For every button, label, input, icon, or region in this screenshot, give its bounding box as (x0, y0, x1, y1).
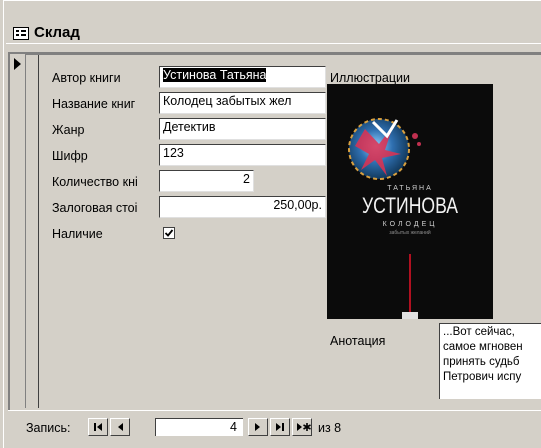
form-icon (13, 27, 29, 40)
annotation-line: принять судьб (443, 356, 520, 368)
previous-record-button[interactable] (110, 418, 130, 436)
new-record-button[interactable] (292, 418, 312, 436)
genre-value: Детектив (163, 120, 216, 134)
cover-title: КОЛОДЕЦ (382, 221, 438, 228)
annotation-line: ...Вот сейчас, (443, 326, 515, 338)
deposit-value: 250,00р. (273, 198, 322, 212)
availability-label: Наличие (52, 227, 103, 241)
next-record-icon (255, 423, 260, 431)
code-field[interactable]: 123 (159, 144, 326, 166)
deposit-label: Залоговая стоі (52, 201, 138, 215)
record-label: Запись: (26, 421, 71, 435)
genre-label: Жанр (52, 123, 85, 137)
window-title: Склад (34, 24, 80, 41)
title-value: Колодец забытых жел (163, 94, 292, 108)
first-record-icon (94, 423, 102, 431)
checkmark-icon (164, 229, 174, 237)
author-value: Устинова Татьяна (163, 68, 267, 82)
previous-record-icon (118, 423, 123, 431)
code-label: Шифр (52, 149, 88, 163)
deposit-field[interactable]: 250,00р. (159, 196, 326, 218)
quantity-value: 2 (243, 172, 250, 186)
title-field[interactable]: Колодец забытых жел (159, 92, 326, 114)
cover-author: УСТИНОВА (361, 193, 458, 218)
first-record-button[interactable] (88, 418, 108, 436)
form-divider (26, 54, 541, 55)
next-record-button[interactable] (248, 418, 268, 436)
code-value: 123 (163, 146, 184, 160)
new-record-icon (297, 423, 311, 431)
annotation-label: Анотация (330, 334, 386, 348)
last-record-icon (276, 423, 284, 431)
quantity-label: Количество кні (52, 175, 138, 189)
form-section-line (38, 55, 39, 408)
author-field[interactable]: Устинова Татьяна (159, 66, 326, 88)
cover-subtitle: забытых желаний (389, 230, 431, 236)
annotation-line: самое мгновен (443, 341, 523, 353)
cover-author-small: ТАТЬЯНА (387, 185, 433, 192)
availability-checkbox[interactable] (163, 227, 175, 239)
current-record-arrow-icon (14, 58, 21, 70)
record-total: из 8 (318, 421, 342, 435)
quantity-field[interactable]: 2 (159, 170, 254, 192)
title-bar (6, 20, 541, 44)
annotation-field[interactable]: ...Вот сейчас, самое мгновен принять суд… (439, 323, 541, 399)
author-label: Автор книги (52, 71, 121, 85)
last-record-button[interactable] (270, 418, 290, 436)
current-record-field[interactable]: 4 (155, 418, 243, 436)
genre-field[interactable]: Детектив (159, 118, 326, 140)
annotation-line: Петрович испу (443, 371, 522, 383)
book-cover-image: ТАТЬЯНА УСТИНОВА КОЛОДЕЦ забытых желаний (327, 84, 493, 319)
record-selector[interactable] (10, 54, 26, 408)
title-label: Название книг (52, 97, 136, 111)
